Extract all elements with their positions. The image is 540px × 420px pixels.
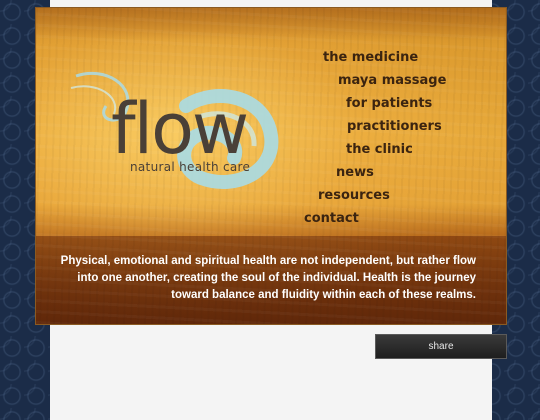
nav-item-contact[interactable]: contact — [304, 211, 359, 226]
nav-item-practitioners[interactable]: practitioners — [347, 119, 442, 134]
nav-item-the-clinic[interactable]: the clinic — [346, 142, 413, 157]
nav-item-the-medicine[interactable]: the medicine — [323, 50, 418, 65]
share-button[interactable]: share — [375, 334, 507, 359]
nav-item-resources[interactable]: resources — [318, 188, 390, 203]
mission-statement: Physical, emotional and spiritual health… — [60, 255, 476, 301]
nav-item-maya-massage[interactable]: maya massage — [338, 73, 446, 88]
nav-item-for-patients[interactable]: for patients — [346, 96, 432, 111]
nav-item-news[interactable]: news — [336, 165, 374, 180]
